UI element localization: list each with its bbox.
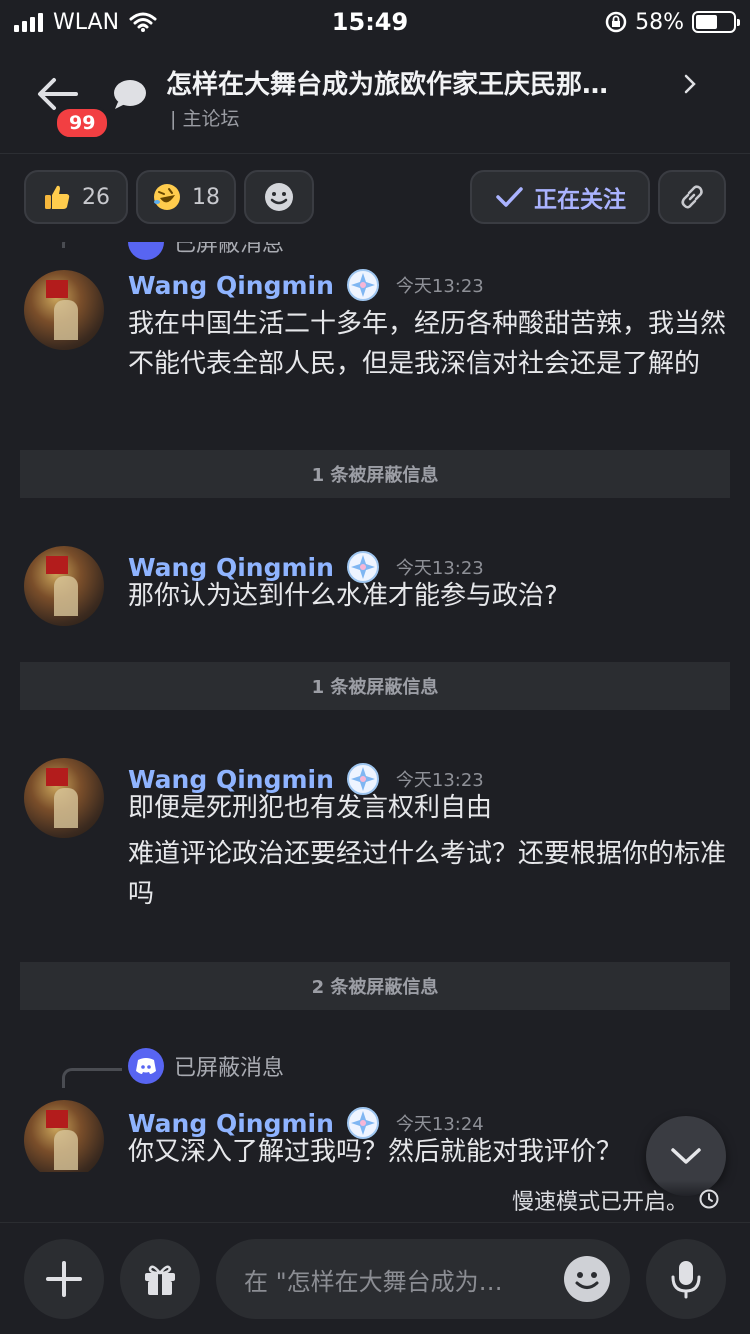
blocked-messages-bar[interactable]: 2 条被屏蔽信息: [20, 962, 730, 1010]
message-item[interactable]: Wang Qingmin 今天13:23 那你认为达到什么水准才能参与政治?: [0, 546, 750, 640]
cellular-signal-icon: [14, 12, 43, 32]
emoji-button[interactable]: [564, 1256, 610, 1302]
microphone-icon: [671, 1261, 701, 1299]
slowmode-text: 慢速模式已开启。: [511, 1190, 688, 1215]
following-button[interactable]: 正在关注: [470, 170, 650, 224]
carrier-label: WLAN: [53, 9, 120, 35]
slowmode-notice: 慢速模式已开启。: [0, 1180, 750, 1220]
timestamp: 今天13:23: [395, 276, 484, 297]
plus-icon: [46, 1261, 82, 1297]
wifi-icon: [129, 12, 157, 32]
username[interactable]: Wang Qingmin: [128, 271, 334, 300]
following-label: 正在关注: [534, 187, 626, 213]
message-text: 我在中国生活二十多年，经历各种酸甜苦辣，我当然不能代表全部人民，但是我深信对社会…: [128, 309, 727, 379]
reaction-bar: 26 18 正在关注: [0, 170, 750, 226]
message-item[interactable]: Wang Qingmin 今天13:23 我在中国生活二十多年，经历各种酸甜苦辣…: [0, 268, 750, 428]
reply-connector: [62, 1068, 122, 1088]
message-composer: 在 "怎样在大舞台成为…: [0, 1222, 750, 1334]
avatar[interactable]: [24, 1100, 104, 1172]
smiley-icon: [265, 183, 293, 211]
message-list[interactable]: 已屏蔽消息 Wang Qingmin 今天13:23 我在中国生活二十多年，经历…: [0, 242, 750, 1172]
parent-channel-label[interactable]: | 主论坛: [170, 104, 239, 131]
attach-button[interactable]: [24, 1239, 104, 1319]
message-input[interactable]: 在 "怎样在大舞台成为…: [216, 1239, 630, 1319]
rofl-emoji-icon: [154, 184, 180, 210]
copy-link-button[interactable]: [658, 170, 726, 224]
orientation-lock-icon: [605, 11, 627, 33]
reply-preview[interactable]: 已屏蔽消息: [128, 1048, 284, 1084]
chevron-down-icon: [671, 1148, 701, 1164]
reaction-count: 26: [82, 184, 110, 210]
checkmark-icon: [496, 187, 523, 207]
blocked-messages-bar[interactable]: 1 条被屏蔽信息: [20, 662, 730, 710]
chevron-right-icon[interactable]: [680, 70, 700, 98]
reaction-thumbs-up[interactable]: 26: [24, 170, 128, 224]
gift-button[interactable]: [120, 1239, 200, 1319]
reaction-rofl[interactable]: 18: [136, 170, 236, 224]
reply-blocked-label: 已屏蔽消息: [174, 242, 285, 257]
clock: 15:49: [331, 8, 409, 36]
battery-icon: [692, 11, 740, 33]
avatar[interactable]: [24, 758, 104, 838]
reply-preview-cut: 已屏蔽消息: [128, 242, 284, 260]
reply-blocked-label: 已屏蔽消息: [174, 1056, 285, 1081]
message-item[interactable]: Wang Qingmin 今天13:23 即便是死刑犯也有发言权利自由 难道评论…: [0, 758, 750, 942]
smiley-icon: [575, 1272, 599, 1289]
discord-logo-icon: [128, 242, 164, 260]
status-bar: WLAN 15:49 58%: [0, 0, 750, 44]
avatar[interactable]: [24, 270, 104, 350]
reply-connector: [62, 242, 122, 248]
user-badge-icon: [346, 269, 379, 301]
message-input-placeholder: 在 "怎样在大舞台成为…: [244, 1267, 503, 1296]
reaction-count: 18: [192, 184, 220, 210]
add-reaction-button[interactable]: [244, 170, 314, 224]
thread-bubble-icon: [114, 80, 146, 109]
message-text: 那你认为达到什么水准才能参与政治?: [128, 581, 558, 611]
discord-logo-icon: [128, 1048, 164, 1084]
channel-header: 99 怎样在大舞台成为旅欧作家王庆民那… | 主论坛: [0, 44, 750, 154]
message-text: 即便是死刑犯也有发言权利自由: [128, 793, 493, 823]
blocked-messages-bar[interactable]: 1 条被屏蔽信息: [20, 450, 730, 498]
avatar[interactable]: [24, 546, 104, 626]
voice-message-button[interactable]: [646, 1239, 726, 1319]
timer-icon: [699, 1189, 719, 1209]
message-text: 难道评论政治还要经过什么考试？还要根据你的标准吗: [128, 839, 727, 909]
link-icon: [681, 185, 703, 209]
unread-badge: 99: [54, 106, 111, 140]
thread-title[interactable]: 怎样在大舞台成为旅欧作家王庆民那…: [166, 64, 676, 101]
gift-icon: [145, 1265, 175, 1295]
thumbs-up-emoji-icon: [45, 185, 70, 209]
message-text: 你又深入了解过我吗？然后就能对我评价？: [128, 1137, 623, 1167]
battery-percent: 58%: [635, 9, 684, 35]
message-item[interactable]: Wang Qingmin 今天13:24 你又深入了解过我吗？然后就能对我评价？: [0, 1100, 750, 1172]
